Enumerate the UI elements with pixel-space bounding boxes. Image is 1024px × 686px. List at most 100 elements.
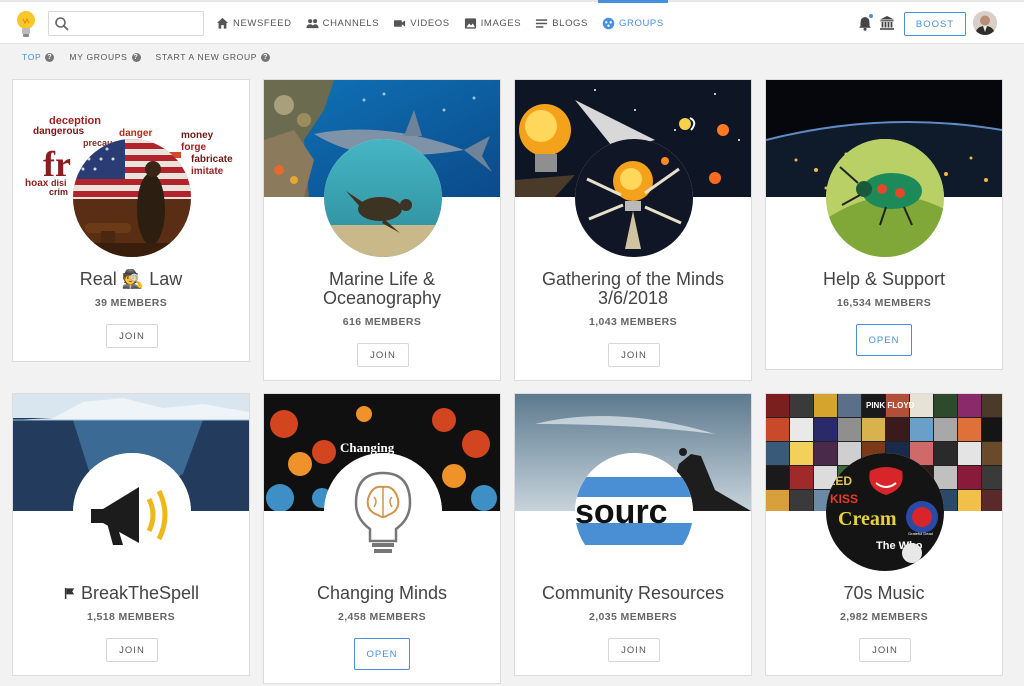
group-name[interactable]: Help & Support bbox=[774, 270, 994, 289]
group-avatar bbox=[324, 453, 442, 571]
group-avatar: LED KISS Cream Grateful Dead The Who bbox=[826, 453, 944, 571]
band-logo-text: Grateful Dead bbox=[908, 531, 933, 536]
nav-blogs[interactable]: BLOGS bbox=[535, 2, 588, 44]
rock-band-logos-image: LED KISS Cream Grateful Dead The Who bbox=[826, 453, 944, 571]
wallet-bank-icon[interactable] bbox=[879, 15, 895, 31]
subnav-my-groups[interactable]: MY GROUPS ? bbox=[69, 52, 141, 62]
list-icon bbox=[536, 18, 548, 28]
word-cloud-word: fabricate bbox=[191, 154, 233, 165]
band-logo-text: KISS bbox=[830, 492, 858, 506]
nav-label: CHANNELS bbox=[322, 17, 380, 29]
help-icon[interactable]: ? bbox=[261, 52, 271, 62]
join-button[interactable]: JOIN bbox=[106, 638, 158, 662]
group-avatar bbox=[324, 139, 442, 257]
people-icon bbox=[306, 18, 319, 28]
video-camera-icon bbox=[394, 19, 406, 27]
member-count: 2,982 MEMBERS bbox=[839, 611, 929, 623]
group-name[interactable]: 70s Music bbox=[774, 584, 994, 603]
join-button[interactable]: JOIN bbox=[106, 324, 158, 348]
nav-videos[interactable]: VIDEOS bbox=[393, 2, 450, 44]
banner-text: PINK FLOYD bbox=[866, 401, 915, 410]
member-count: 1,043 MEMBERS bbox=[588, 316, 678, 328]
group-card[interactable]: Marine Life & Oceanography 616 MEMBERS J… bbox=[263, 79, 501, 381]
group-card[interactable]: BreakTheSpell 1,518 MEMBERS JOIN bbox=[12, 393, 250, 676]
nav-label: GROUPS bbox=[619, 17, 664, 29]
word-cloud-word: forge bbox=[181, 142, 206, 153]
group-avatar bbox=[73, 139, 191, 257]
image-icon bbox=[464, 17, 476, 29]
member-count: 2,458 MEMBERS bbox=[337, 611, 427, 623]
join-button[interactable]: JOIN bbox=[357, 343, 409, 367]
group-avatar: sourc bbox=[575, 453, 693, 571]
nav-label: VIDEOS bbox=[410, 17, 450, 29]
logo-text: sourc bbox=[575, 493, 668, 531]
subnav-label: TOP bbox=[22, 52, 42, 62]
groups-icon bbox=[602, 17, 615, 29]
user-avatar-image bbox=[973, 11, 997, 35]
member-count: 39 MEMBERS bbox=[94, 297, 168, 309]
group-card[interactable]: sourc Community Resources 2,035 MEMBERS … bbox=[514, 393, 752, 676]
join-button[interactable]: JOIN bbox=[608, 343, 660, 367]
member-count: 1,518 MEMBERS bbox=[86, 611, 176, 623]
help-icon[interactable]: ? bbox=[131, 52, 141, 62]
join-button[interactable]: JOIN bbox=[608, 638, 660, 662]
nav-newsfeed[interactable]: NEWSFEED bbox=[216, 2, 292, 44]
group-name-row[interactable]: BreakTheSpell bbox=[21, 584, 241, 603]
join-button[interactable]: JOIN bbox=[859, 638, 911, 662]
subnav-label: START A NEW GROUP bbox=[155, 52, 258, 62]
glowing-lightbulb-image bbox=[575, 139, 693, 257]
green-bug-on-leaf-image bbox=[826, 139, 944, 257]
word-cloud-word: money bbox=[181, 130, 214, 141]
search-icon bbox=[55, 17, 69, 31]
word-cloud-word: imitate bbox=[191, 166, 224, 177]
group-avatar bbox=[73, 453, 191, 571]
groups-subnav: TOP ? MY GROUPS ? START A NEW GROUP ? bbox=[22, 52, 285, 62]
group-card[interactable]: Gathering of the Minds 3/6/2018 1,043 ME… bbox=[514, 79, 752, 381]
band-logo-text: Cream bbox=[838, 508, 897, 530]
member-count: 616 MEMBERS bbox=[342, 316, 422, 328]
open-button[interactable]: OPEN bbox=[856, 324, 912, 356]
word-cloud-word: disi bbox=[51, 178, 67, 188]
search-input[interactable] bbox=[73, 14, 199, 33]
subnav-start-new-group[interactable]: START A NEW GROUP ? bbox=[156, 52, 271, 62]
nav-label: NEWSFEED bbox=[233, 17, 292, 29]
notification-indicator bbox=[868, 13, 874, 19]
group-avatar bbox=[575, 139, 693, 257]
flag-justice-statue-image bbox=[73, 139, 191, 257]
group-card[interactable]: deception dangerous danger money precau … bbox=[12, 79, 250, 362]
word-cloud-word: danger bbox=[119, 128, 152, 139]
group-name[interactable]: Marine Life & Oceanography bbox=[272, 270, 492, 308]
word-cloud-word: crim bbox=[49, 187, 68, 197]
member-count: 2,035 MEMBERS bbox=[588, 611, 678, 623]
user-avatar[interactable] bbox=[973, 11, 997, 35]
group-name: BreakTheSpell bbox=[80, 583, 200, 603]
nav-images[interactable]: IMAGES bbox=[464, 2, 522, 44]
group-name[interactable]: Community Resources bbox=[523, 584, 743, 603]
lightbulb-logo-icon[interactable] bbox=[14, 9, 38, 39]
group-card[interactable]: Changing Changing Minds 2,458 MEMBERS OP… bbox=[263, 393, 501, 684]
source-logo-image: sourc bbox=[575, 453, 693, 571]
top-bar: NEWSFEED CHANNELS VIDEOS IMAGES BLOGS GR… bbox=[0, 0, 1024, 44]
sea-turtle-image bbox=[324, 139, 442, 257]
brain-lightbulb-image bbox=[324, 453, 442, 571]
nav-channels[interactable]: CHANNELS bbox=[306, 2, 380, 44]
group-card[interactable]: Help & Support 16,534 MEMBERS OPEN bbox=[765, 79, 1003, 370]
group-name[interactable]: Gathering of the Minds 3/6/2018 bbox=[523, 270, 743, 308]
group-card[interactable]: PINK FLOYD LED KISS Cream Grateful Dead … bbox=[765, 393, 1003, 676]
group-name[interactable]: Real 🕵 Law bbox=[21, 270, 241, 289]
open-button[interactable]: OPEN bbox=[354, 638, 410, 670]
nav-label: IMAGES bbox=[480, 17, 522, 29]
word-cloud-word: dangerous bbox=[33, 126, 85, 137]
help-icon[interactable]: ? bbox=[45, 52, 55, 62]
group-avatar bbox=[826, 139, 944, 257]
home-icon bbox=[216, 17, 229, 29]
megaphone-image bbox=[73, 453, 191, 571]
group-name[interactable]: Changing Minds bbox=[272, 584, 492, 603]
subnav-top[interactable]: TOP ? bbox=[22, 52, 55, 62]
nav-groups[interactable]: GROUPS bbox=[598, 0, 668, 44]
flag-icon bbox=[64, 587, 75, 600]
member-count: 16,534 MEMBERS bbox=[836, 297, 932, 309]
search-box[interactable] bbox=[48, 11, 204, 36]
subnav-label: MY GROUPS bbox=[69, 52, 128, 62]
boost-button[interactable]: BOOST bbox=[904, 12, 966, 36]
